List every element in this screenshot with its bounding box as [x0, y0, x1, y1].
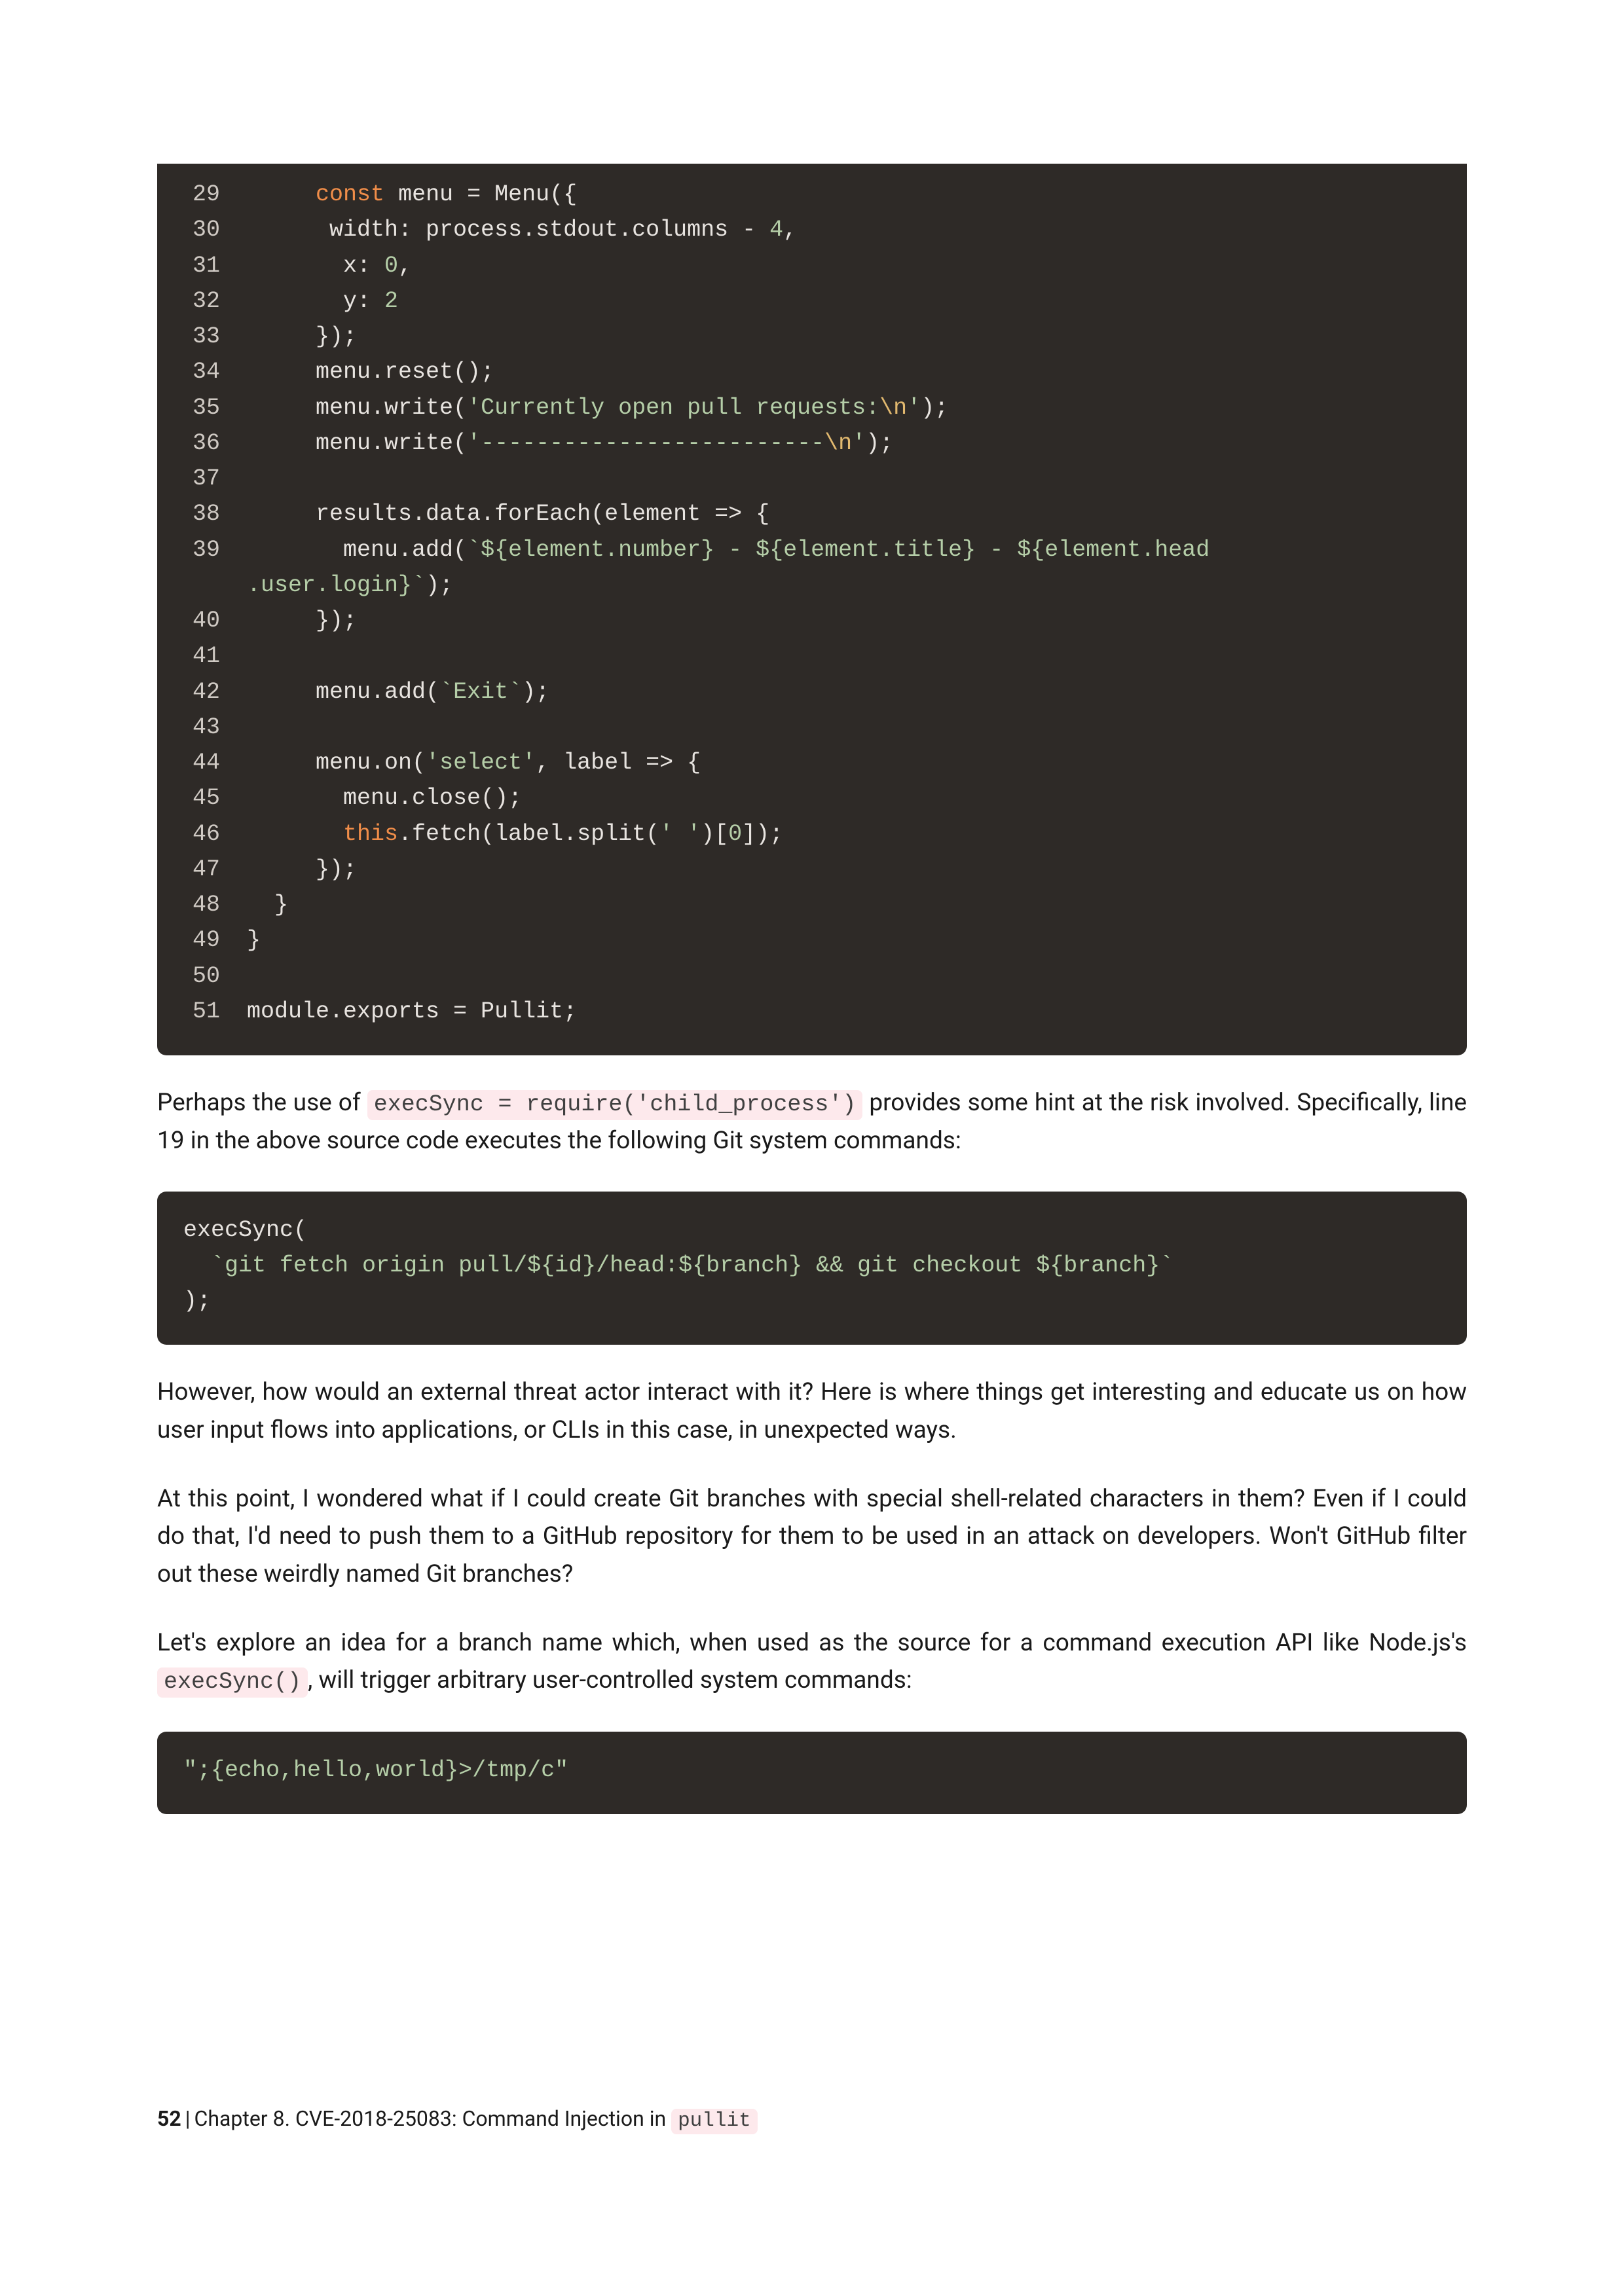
paragraph-intro: Perhaps the use of execSync = require('c… [157, 1084, 1467, 1160]
text-span: , will trigger arbitrary user-controlled… [308, 1666, 912, 1694]
footer-separator: | [185, 2106, 191, 2131]
text-span: Perhaps the use of [157, 1089, 367, 1117]
paragraph-wonder: At this point, I wondered what if I coul… [157, 1480, 1467, 1593]
inline-code-execsync: execSync() [157, 1667, 308, 1698]
page-footer: 52|Chapter 8. CVE-2018-25083: Command In… [157, 2106, 758, 2132]
chapter-code: pullit [671, 2109, 758, 2134]
code-listing-main: 29 const menu = Menu({ 30 width: process… [157, 164, 1467, 1055]
inline-code-execsync-require: execSync = require('child_process') [367, 1090, 863, 1120]
text-span: Let's explore an idea for a branch name … [157, 1629, 1467, 1657]
paragraph-explore: Let's explore an idea for a branch name … [157, 1624, 1467, 1700]
code-listing-payload: ";{echo,hello,world}>/tmp/c" [157, 1732, 1467, 1814]
paragraph-threat-actor: However, how would an external threat ac… [157, 1374, 1467, 1449]
page-number: 52 [157, 2106, 181, 2131]
chapter-label: Chapter 8. CVE-2018-25083: Command Injec… [194, 2106, 672, 2131]
code-listing-execsync: execSync( `git fetch origin pull/${id}/h… [157, 1192, 1467, 1345]
